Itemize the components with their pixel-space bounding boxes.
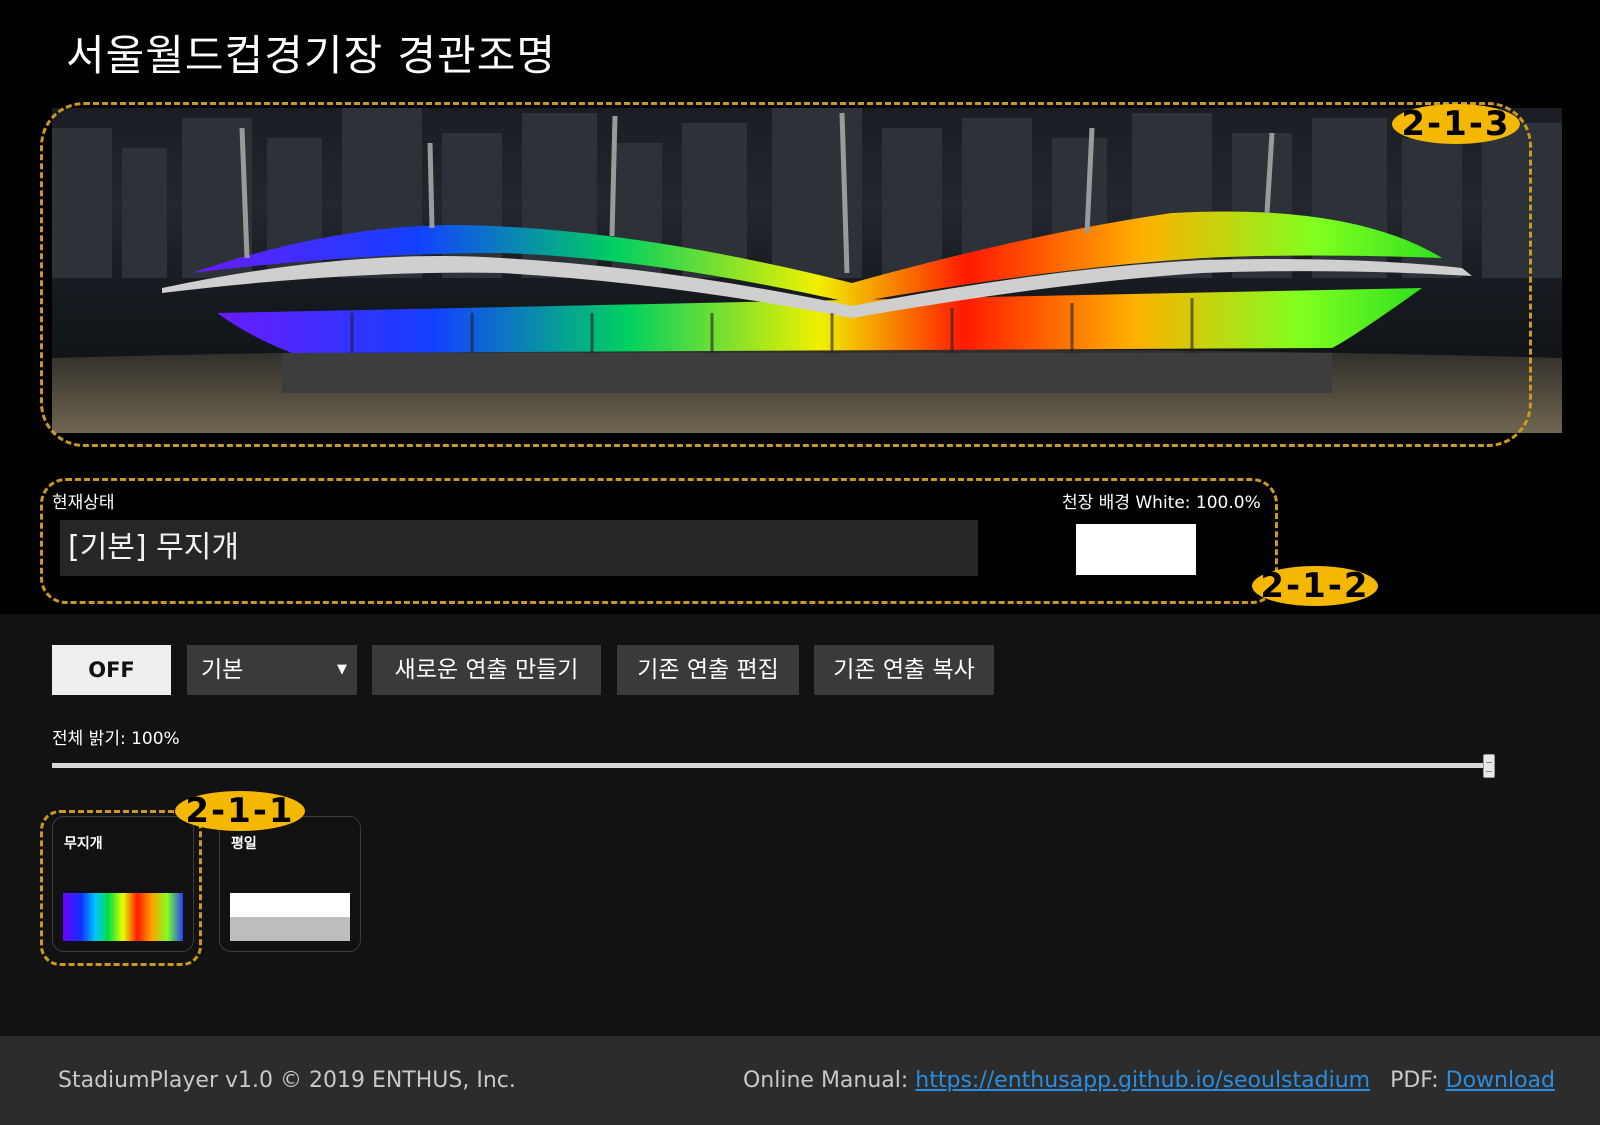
- annotation-badge-status: 2-1-2: [1252, 566, 1378, 606]
- white-gray-swatch: [230, 893, 350, 941]
- preview-highlight: [40, 102, 1532, 447]
- chevron-down-icon: ▼: [337, 662, 347, 677]
- pdf-prefix: PDF:: [1390, 1068, 1446, 1093]
- brightness-label: 전체 밝기: 100%: [52, 729, 180, 749]
- scene-card-label: 평일: [231, 836, 257, 852]
- brightness-slider-track[interactable]: [52, 763, 1494, 768]
- manual-prefix: Online Manual:: [742, 1068, 916, 1093]
- category-select-value: 기본: [201, 657, 244, 683]
- footer-links: Online Manual: https://enthusapp.github.…: [743, 1068, 1555, 1093]
- edit-scene-button[interactable]: 기존 연출 편집: [617, 645, 799, 695]
- copy-scene-button[interactable]: 기존 연출 복사: [814, 645, 994, 695]
- scene-card-weekday[interactable]: 평일: [219, 816, 361, 952]
- new-scene-button[interactable]: 새로운 연출 만들기: [372, 645, 601, 695]
- footer: StadiumPlayer v1.0 © 2019 ENTHUS, Inc. O…: [0, 1036, 1600, 1125]
- scene-highlight: [40, 810, 202, 966]
- brightness-slider-thumb[interactable]: [1483, 754, 1495, 778]
- off-button[interactable]: OFF: [52, 645, 171, 695]
- category-select[interactable]: 기본 ▼: [187, 645, 357, 695]
- annotation-badge-preview: 2-1-3: [1392, 104, 1520, 144]
- manual-link[interactable]: https://enthusapp.github.io/seoulstadium: [915, 1068, 1370, 1093]
- status-highlight: [40, 478, 1278, 604]
- annotation-badge-scene: 2-1-1: [175, 791, 305, 831]
- page-title: 서울월드컵경기장 경관조명: [66, 31, 557, 80]
- pdf-download-link[interactable]: Download: [1446, 1068, 1555, 1093]
- copyright-text: StadiumPlayer v1.0 © 2019 ENTHUS, Inc.: [58, 1068, 516, 1093]
